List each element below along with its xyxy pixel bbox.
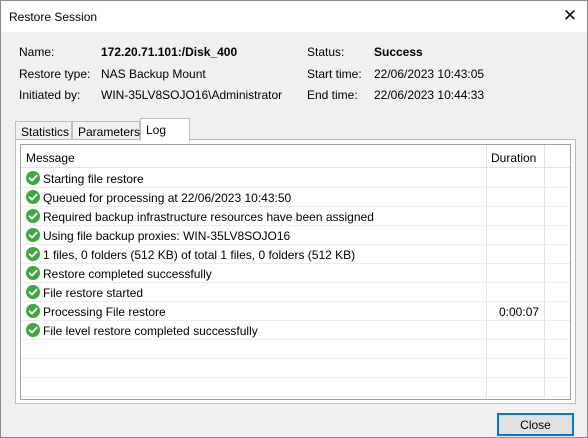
start-time-value: 22/06/2023 10:43:05 bbox=[374, 67, 485, 81]
message-column-header[interactable]: Message bbox=[26, 151, 75, 165]
status-label: Status: bbox=[307, 45, 345, 59]
log-message: Restore completed successfully bbox=[43, 267, 212, 281]
table-row[interactable]: Restore completed successfully bbox=[21, 264, 570, 283]
window-title: Restore Session bbox=[9, 10, 98, 24]
table-row[interactable]: Processing File restore 0:00:07 bbox=[21, 302, 570, 321]
status-value: Success bbox=[374, 45, 423, 59]
log-message: File restore started bbox=[43, 286, 144, 300]
log-message: Processing File restore bbox=[43, 305, 166, 319]
end-time-value: 22/06/2023 10:44:33 bbox=[374, 88, 485, 102]
log-table-header: Message Duration bbox=[21, 145, 570, 168]
table-row bbox=[21, 378, 570, 397]
success-check-icon bbox=[26, 209, 40, 223]
name-value: 172.20.71.101:/Disk_400 bbox=[101, 45, 238, 59]
log-message: 1 files, 0 folders (512 KB) of total 1 f… bbox=[43, 248, 356, 262]
log-message: File level restore completed successfull… bbox=[43, 324, 258, 338]
initiated-by-label: Initiated by: bbox=[19, 88, 81, 102]
log-message: Using file backup proxies: WIN-35LV8SOJO… bbox=[43, 229, 291, 243]
log-message: Queued for processing at 22/06/2023 10:4… bbox=[43, 191, 292, 205]
tab-log[interactable]: Log bbox=[140, 118, 190, 141]
duration-column-header[interactable]: Duration bbox=[491, 151, 536, 165]
table-row bbox=[21, 359, 570, 378]
restore-session-window: Restore Session ✕ Name: 172.20.71.101:/D… bbox=[0, 0, 588, 438]
success-check-icon bbox=[26, 171, 40, 185]
log-duration: 0:00:07 bbox=[499, 305, 540, 319]
success-check-icon bbox=[26, 247, 40, 261]
start-time-label: Start time: bbox=[307, 67, 362, 81]
table-row bbox=[21, 340, 570, 359]
close-button[interactable]: Close bbox=[497, 413, 574, 436]
success-check-icon bbox=[26, 323, 40, 337]
title-bar: Restore Session ✕ bbox=[1, 1, 587, 32]
success-check-icon bbox=[26, 304, 40, 318]
success-check-icon bbox=[26, 228, 40, 242]
table-row[interactable]: Queued for processing at 22/06/2023 10:4… bbox=[21, 188, 570, 207]
table-row[interactable]: Using file backup proxies: WIN-35LV8SOJO… bbox=[21, 226, 570, 245]
log-message: Starting file restore bbox=[43, 172, 144, 186]
end-time-label: End time: bbox=[307, 88, 358, 102]
table-row[interactable]: File level restore completed successfull… bbox=[21, 321, 570, 340]
log-message: Required backup infrastructure resources… bbox=[43, 210, 374, 224]
restore-type-value: NAS Backup Mount bbox=[101, 67, 206, 81]
success-check-icon bbox=[26, 190, 40, 204]
name-label: Name: bbox=[19, 45, 55, 59]
close-icon[interactable]: ✕ bbox=[559, 5, 581, 27]
table-row[interactable]: Required backup infrastructure resources… bbox=[21, 207, 570, 226]
table-row[interactable]: File restore started bbox=[21, 283, 570, 302]
success-check-icon bbox=[26, 266, 40, 280]
tab-parameters[interactable]: Parameters bbox=[72, 121, 140, 140]
tab-statistics[interactable]: Statistics bbox=[15, 121, 72, 140]
log-table[interactable]: Message Duration Starting file restore Qu… bbox=[20, 144, 571, 400]
success-check-icon bbox=[26, 285, 40, 299]
table-row[interactable]: Starting file restore bbox=[21, 169, 570, 188]
restore-type-label: Restore type: bbox=[19, 67, 91, 81]
table-row[interactable]: 1 files, 0 folders (512 KB) of total 1 f… bbox=[21, 245, 570, 264]
log-panel: Message Duration Starting file restore Qu… bbox=[15, 139, 576, 404]
initiated-by-value: WIN-35LV8SOJO16\Administrator bbox=[101, 88, 283, 102]
